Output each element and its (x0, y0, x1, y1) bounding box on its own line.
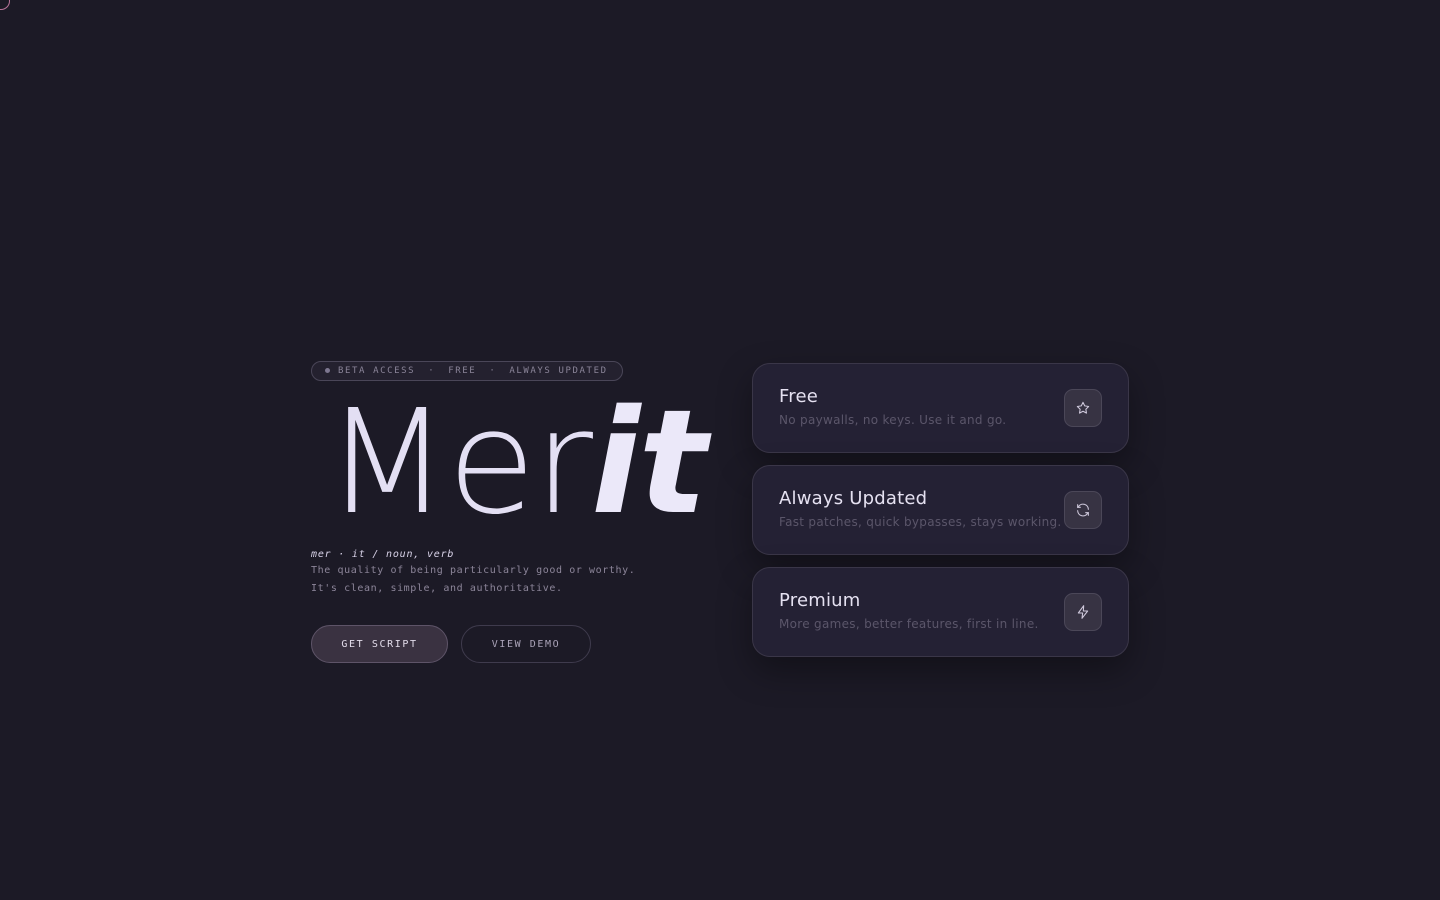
badge-separator: · (428, 365, 436, 376)
definition-block: mer · it / noun, verb The quality of bei… (311, 548, 635, 598)
feature-card-premium[interactable]: Premium More games, better features, fir… (752, 567, 1129, 657)
status-dot-icon (325, 368, 330, 373)
get-script-button[interactable]: GET SCRIPT (311, 625, 448, 663)
feature-description: More games, better features, first in li… (779, 617, 1039, 631)
feature-title: Always Updated (779, 488, 928, 509)
badge-separator: · (489, 365, 497, 376)
lightning-icon[interactable] (1064, 593, 1102, 631)
cta-buttons: GET SCRIPT VIEW DEMO (311, 625, 591, 663)
feature-cards: Free No paywalls, no keys. Use it and go… (752, 363, 1129, 669)
title-plain: Mer (325, 378, 593, 546)
description-line-2: It's clean, simple, and authoritative. (311, 583, 563, 594)
description-line-1: The quality of being particularly good o… (311, 565, 636, 576)
badge-item-updated: ALWAYS UPDATED (509, 365, 608, 376)
hero-section: BETA ACCESS · FREE · ALWAYS UPDATED Meri… (311, 358, 707, 663)
page-title: Merit (325, 382, 707, 542)
feature-description: Fast patches, quick bypasses, stays work… (779, 515, 1062, 529)
feature-card-free[interactable]: Free No paywalls, no keys. Use it and go… (752, 363, 1129, 453)
refresh-icon[interactable] (1064, 491, 1102, 529)
star-icon[interactable] (1064, 389, 1102, 427)
feature-description: No paywalls, no keys. Use it and go. (779, 413, 1007, 427)
title-italic: it (591, 378, 707, 546)
view-demo-button[interactable]: VIEW DEMO (461, 625, 591, 663)
page: BETA ACCESS · FREE · ALWAYS UPDATED Meri… (0, 0, 1440, 900)
badge-item-free: FREE (448, 365, 477, 376)
feature-card-always-updated[interactable]: Always Updated Fast patches, quick bypas… (752, 465, 1129, 555)
badge-item-beta: BETA ACCESS (338, 365, 416, 376)
feature-title: Free (779, 386, 818, 407)
feature-title: Premium (779, 590, 861, 611)
pronunciation: mer · it / noun, verb (311, 549, 455, 560)
cursor-indicator-icon (0, 0, 10, 10)
